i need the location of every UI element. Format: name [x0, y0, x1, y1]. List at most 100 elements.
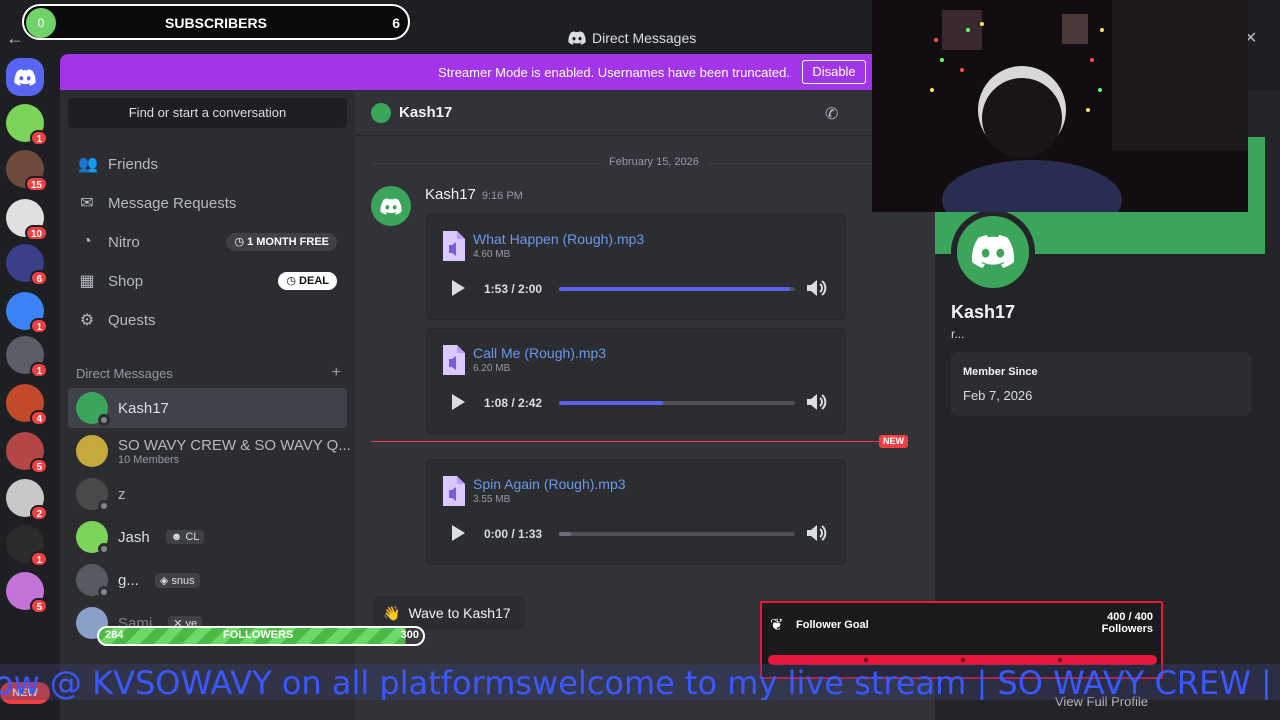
- server-icon[interactable]: 1: [6, 104, 48, 146]
- discord-logo-icon: [14, 69, 36, 86]
- profile-avatar[interactable]: [951, 210, 1035, 294]
- attachment-size: 3.55 MB: [473, 494, 511, 505]
- progress-track[interactable]: [559, 287, 795, 291]
- back-arrow-icon[interactable]: ←: [6, 28, 24, 49]
- unread-badge: 1: [30, 318, 48, 334]
- server-icon[interactable]: 1: [6, 336, 48, 378]
- disable-button[interactable]: Disable: [802, 60, 866, 84]
- find-conversation-button[interactable]: Find or start a conversation: [68, 98, 347, 128]
- clan-tag: ◈ snus: [154, 572, 200, 588]
- server-icon[interactable]: 2: [6, 479, 48, 521]
- profile-note: r...: [951, 327, 965, 341]
- server-icon[interactable]: 4: [6, 384, 48, 426]
- nav-friends[interactable]: 👥 Friends: [68, 145, 347, 183]
- server-icon[interactable]: 1: [6, 292, 48, 334]
- server-icon[interactable]: 15: [6, 150, 48, 192]
- message-author[interactable]: Kash17 9:16 PM: [425, 186, 523, 203]
- new-messages-divider: NEW: [371, 435, 908, 448]
- ticker-text: ow @ KVSOWAVY on all platformswelcome to…: [0, 664, 1280, 700]
- follower-goal: 300: [400, 629, 419, 641]
- nav-shop[interactable]: ▦ Shop ◷ DEAL: [68, 262, 347, 300]
- audio-attachment: What Happen (Rough).mp3 4.60 MB 1:53 / 2…: [426, 214, 846, 320]
- phone-icon[interactable]: ✆: [825, 104, 838, 124]
- volume-icon[interactable]: [805, 277, 827, 299]
- subscriber-label: SUBSCRIBERS: [165, 15, 267, 31]
- unread-badge: 2: [30, 505, 48, 521]
- server-icon[interactable]: 5: [6, 572, 48, 614]
- webcam-feed: [872, 0, 1248, 212]
- unread-badge: 6: [30, 270, 48, 286]
- message-timestamp: 9:16 PM: [481, 190, 523, 202]
- nitro-pill: ◷ 1 MONTH FREE: [226, 233, 337, 251]
- home-button[interactable]: [6, 58, 44, 96]
- streamer-mode-banner: Streamer Mode is enabled. Usernames have…: [60, 54, 880, 90]
- scrolling-ticker: ow @ KVSOWAVY on all platformswelcome to…: [0, 664, 1280, 700]
- unread-badge: 5: [30, 458, 48, 474]
- avatar: [76, 564, 110, 598]
- discord-logo-icon: [971, 235, 1015, 268]
- server-icon[interactable]: 5: [6, 432, 48, 474]
- play-icon[interactable]: [449, 393, 467, 411]
- server-icon[interactable]: 1: [6, 525, 48, 567]
- avatar: [76, 392, 110, 426]
- avatar: [371, 102, 391, 123]
- wave-button[interactable]: 👋 Wave to Kash17: [373, 596, 525, 630]
- message-avatar[interactable]: [371, 186, 411, 226]
- follower-goal-title: Follower Goal: [796, 619, 869, 631]
- progress-fill: [559, 401, 663, 405]
- progress-fill: [559, 287, 791, 291]
- discord-logo-icon: [380, 198, 402, 215]
- unread-badge: 1: [30, 551, 48, 567]
- dm-item-g[interactable]: g... ◈ snus: [68, 560, 347, 600]
- server-icon[interactable]: 6: [6, 244, 48, 286]
- nitro-icon: ◔: [82, 233, 92, 250]
- playback-time: 1:53 / 2:00: [484, 282, 543, 296]
- volume-icon[interactable]: [805, 391, 827, 413]
- hearts-icon: ❦: [770, 617, 784, 634]
- dm-item-kash17[interactable]: Kash17: [68, 388, 347, 428]
- create-dm-plus-icon[interactable]: +: [332, 364, 341, 382]
- volume-icon[interactable]: [805, 522, 827, 544]
- audio-file-icon: [443, 476, 465, 506]
- nav-label: Quests: [108, 311, 156, 329]
- chat-recipient: Kash17: [399, 104, 453, 121]
- follower-goal-count: 400 / 400 Followers: [1101, 611, 1153, 635]
- progress-track[interactable]: [559, 532, 795, 536]
- play-icon[interactable]: [449, 524, 467, 542]
- nav-label: Nitro: [108, 233, 140, 251]
- streamer-mode-text: Streamer Mode is enabled. Usernames have…: [438, 65, 790, 80]
- audio-attachment: Call Me (Rough).mp3 6.20 MB 1:08 / 2:42: [426, 328, 846, 434]
- member-since-date: Feb 7, 2026: [963, 388, 1033, 403]
- nav-quests[interactable]: ⚙ Quests: [68, 301, 347, 339]
- profile-name: Kash17: [951, 302, 1016, 322]
- mail-icon: ✉: [80, 195, 94, 212]
- audio-file-icon: [443, 231, 465, 261]
- audio-attachment: Spin Again (Rough).mp3 3.55 MB 0:00 / 1:…: [426, 459, 846, 565]
- attachment-filename[interactable]: Call Me (Rough).mp3: [473, 345, 606, 361]
- wave-icon: 👋: [383, 604, 401, 621]
- attachment-size: 6.20 MB: [473, 363, 511, 374]
- progress-track[interactable]: [559, 401, 795, 405]
- unread-badge: 10: [24, 225, 48, 241]
- subscriber-goal-bar: 0 SUBSCRIBERS 6: [22, 4, 410, 40]
- date-divider: February 15, 2026: [371, 156, 911, 168]
- server-icon[interactable]: 10: [6, 199, 48, 241]
- quests-icon: ⚙: [79, 312, 95, 329]
- dm-item-z[interactable]: z: [68, 474, 347, 514]
- play-icon[interactable]: [449, 279, 467, 297]
- nav-nitro[interactable]: ◔ Nitro ◷ 1 MONTH FREE: [68, 223, 347, 261]
- attachment-filename[interactable]: What Happen (Rough).mp3: [473, 231, 644, 247]
- attachment-filename[interactable]: Spin Again (Rough).mp3: [473, 476, 626, 492]
- dm-item-jash[interactable]: Jash ☻ CL: [68, 517, 347, 557]
- nav-message-requests[interactable]: ✉ Message Requests: [68, 184, 347, 222]
- dm-section-header: Direct Messages +: [76, 364, 341, 382]
- server-rail: 1 15 10 6 1 1 4 5 2 1 5 NEW: [0, 54, 52, 720]
- dm-item-group[interactable]: SO WAVY CREW & SO WAVY Q... 10 Members: [68, 431, 351, 471]
- subscriber-goal: 6: [392, 15, 400, 31]
- unread-badge: 5: [30, 598, 48, 614]
- progress-fill: [559, 532, 571, 536]
- unread-badge: 1: [30, 130, 48, 146]
- member-since-label: Member Since: [963, 366, 1038, 378]
- chat-header: Kash17 ✆: [355, 90, 935, 136]
- member-since-card: Member Since Feb 7, 2026: [951, 352, 1251, 416]
